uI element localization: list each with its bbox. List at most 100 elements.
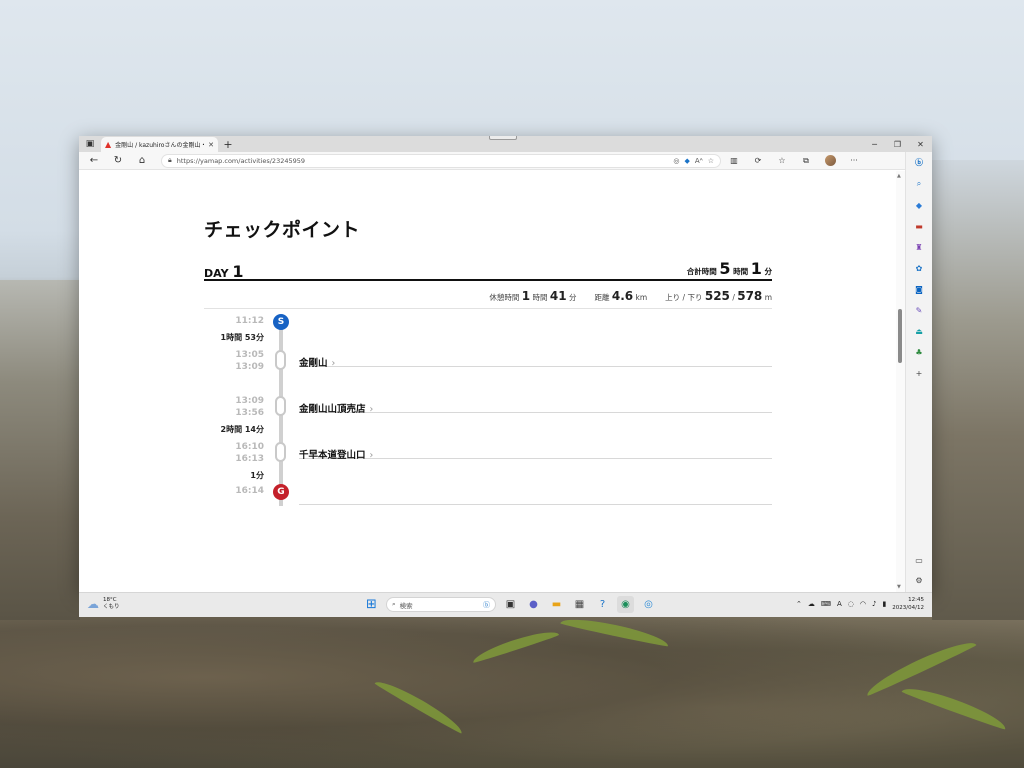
chevron-right-icon: › xyxy=(369,404,374,415)
battery-icon[interactable]: ▮ xyxy=(882,600,886,608)
tools-icon[interactable]: ▬ xyxy=(911,218,927,234)
rest-time-label: 休憩時間 xyxy=(489,292,520,302)
checkpoint-link[interactable]: 金剛山 › xyxy=(299,355,335,369)
search-placeholder: 検索 xyxy=(399,601,413,610)
wifi-icon[interactable]: ◠ xyxy=(860,600,866,608)
total-time-label: 合計時間 xyxy=(686,267,717,276)
new-tab-button[interactable]: + xyxy=(218,136,238,152)
restore-button[interactable]: ❐ xyxy=(886,136,909,152)
scroll-up-icon[interactable]: ▲ xyxy=(897,173,901,179)
checkpoint-arrive-time: 16:10 xyxy=(235,442,264,452)
shopping-tag-icon[interactable]: ◆ xyxy=(911,197,927,213)
hide-sidebar-icon[interactable]: ▭ xyxy=(911,552,927,568)
checkpoint-depart-time: 13:56 xyxy=(235,408,264,418)
location-icon[interactable]: ◎ xyxy=(673,157,679,165)
more-menu-icon[interactable]: ··· xyxy=(843,153,865,169)
total-hours-unit: 時間 xyxy=(733,267,749,276)
drop-icon[interactable]: ⏏ xyxy=(911,323,927,339)
edge-beta-icon[interactable]: ◎ xyxy=(640,596,657,613)
lock-icon[interactable]: 🔒︎ xyxy=(168,156,172,165)
total-minutes: 1 xyxy=(750,259,762,278)
scroll-thumb[interactable] xyxy=(898,309,902,363)
edge-browser-icon[interactable]: ◉ xyxy=(617,596,634,613)
task-view-icon[interactable]: ▣ xyxy=(502,596,519,613)
bing-chat-icon[interactable]: ⓑ xyxy=(911,154,927,170)
elevation-separator: / xyxy=(732,292,735,302)
tree-app-icon[interactable]: ♣ xyxy=(911,344,927,360)
extensions-icon[interactable]: ⟳ xyxy=(747,153,769,169)
store-icon[interactable]: ▦ xyxy=(571,596,588,613)
checkpoint-node-icon xyxy=(275,350,286,370)
back-button[interactable]: ← xyxy=(83,153,105,169)
snap-handle[interactable] xyxy=(489,136,517,140)
elevation-stat: 上り / 下り 525 / 578 m xyxy=(665,289,772,303)
weather-widget[interactable]: ☁ 18°C くもり xyxy=(87,597,120,611)
taskbar-apps: ⊞ ⌕ 検索 ⓑ ▣ ● ▬ ▦ ? ◉ ◎ xyxy=(363,596,657,613)
address-bar[interactable]: 🔒︎ https://yamap.com/activities/23245959… xyxy=(161,153,721,168)
checkpoint-link[interactable]: 千早本道登山口 › xyxy=(299,447,373,461)
favorite-star-icon[interactable]: ☆ xyxy=(708,157,714,165)
distance-unit: km xyxy=(635,292,648,302)
day-header: DAY 1 合計時間 5 時間 1 分 xyxy=(204,259,772,281)
volume-icon[interactable]: ♪ xyxy=(872,600,876,608)
close-window-button[interactable]: ✕ xyxy=(909,136,932,152)
close-tab-icon[interactable]: ✕ xyxy=(208,141,214,149)
checkpoint-link[interactable]: 金剛山山頂売店 › xyxy=(299,401,373,415)
start-time: 11:12 xyxy=(235,316,264,326)
microsoft365-icon[interactable]: ✿ xyxy=(911,260,927,276)
checkpoint-depart-time: 16:13 xyxy=(235,454,264,464)
add-sidebar-icon[interactable]: + xyxy=(911,365,927,381)
ime-indicator[interactable]: A xyxy=(837,600,842,608)
title-bar: ▣ ▲ 金剛山 / kazuhiroさんの金剛山・二 ✕ + ─ ❐ ✕ xyxy=(79,136,932,152)
copilot-icon[interactable]: ◌ xyxy=(848,600,854,608)
url-text[interactable]: https://yamap.com/activities/23245959 xyxy=(177,157,669,165)
minimize-button[interactable]: ─ xyxy=(863,136,886,152)
page-scrollbar[interactable]: ▲ ▼ xyxy=(896,171,905,592)
split-screen-icon[interactable]: ▥ xyxy=(723,153,745,169)
total-minutes-unit: 分 xyxy=(764,267,773,276)
total-time: 合計時間 5 時間 1 分 xyxy=(687,259,772,278)
profile-avatar[interactable] xyxy=(819,153,841,169)
activity-stats: 休憩時間 1 時間 41 分 距離 4.6 km 上り / 下り 525 / 5… xyxy=(204,283,772,309)
total-hours: 5 xyxy=(719,259,731,278)
windows-start-icon[interactable]: ⊞ xyxy=(363,596,380,613)
games-icon[interactable]: ♜ xyxy=(911,239,927,255)
segment-duration: 1分 xyxy=(250,471,264,480)
rest-minutes-unit: 分 xyxy=(568,292,577,302)
chevron-right-icon: › xyxy=(331,358,336,369)
file-explorer-icon[interactable]: ▬ xyxy=(548,596,565,613)
segment-duration: 1時間 53分 xyxy=(220,333,264,342)
settings-gear-icon[interactable]: ⚙ xyxy=(911,572,927,588)
scroll-down-icon[interactable]: ▼ xyxy=(897,584,901,590)
chevron-right-icon: › xyxy=(369,450,374,461)
segment-duration: 2時間 14分 xyxy=(220,425,264,434)
coupon-tag-icon[interactable]: ◆ xyxy=(685,157,690,165)
tab-active[interactable]: ▲ 金剛山 / kazuhiroさんの金剛山・二 ✕ xyxy=(101,137,218,152)
teams-chat-icon[interactable]: ● xyxy=(525,596,542,613)
cloud-icon: ☁ xyxy=(87,597,99,611)
help-icon[interactable]: ? xyxy=(594,596,611,613)
home-button[interactable]: ⌂ xyxy=(131,153,153,169)
system-clock[interactable]: 12:45 2023/04/12 xyxy=(892,596,924,612)
chevron-up-icon[interactable]: ⌃ xyxy=(796,600,802,608)
search-icon[interactable]: ⌕ xyxy=(911,176,927,192)
read-aloud-icon[interactable]: Aᴬ xyxy=(695,157,703,165)
day-label-text: DAY xyxy=(204,267,229,280)
keyboard-icon[interactable]: ⌨ xyxy=(821,600,831,608)
taskbar-search[interactable]: ⌕ 検索 ⓑ xyxy=(386,597,496,612)
refresh-button[interactable]: ↻ xyxy=(107,153,129,169)
tab-actions-icon[interactable]: ▣ xyxy=(79,136,101,152)
distance-stat: 距離 4.6 km xyxy=(594,289,647,303)
outlook-icon[interactable]: ◙ xyxy=(911,281,927,297)
onedrive-icon[interactable]: ☁ xyxy=(808,600,815,608)
checkpoint-divider xyxy=(299,366,772,367)
collections-icon[interactable]: ⧉ xyxy=(795,153,817,169)
start-marker-icon: S xyxy=(273,314,289,330)
designer-icon[interactable]: ✎ xyxy=(911,302,927,318)
favorites-icon[interactable]: ☆ xyxy=(771,153,793,169)
search-icon: ⌕ xyxy=(392,600,396,608)
goal-marker-icon: G xyxy=(273,484,289,500)
day-number: 1 xyxy=(232,262,244,281)
browser-toolbar: ← ↻ ⌂ 🔒︎ https://yamap.com/activities/23… xyxy=(79,152,932,170)
weather-desc: くもり xyxy=(103,604,120,610)
